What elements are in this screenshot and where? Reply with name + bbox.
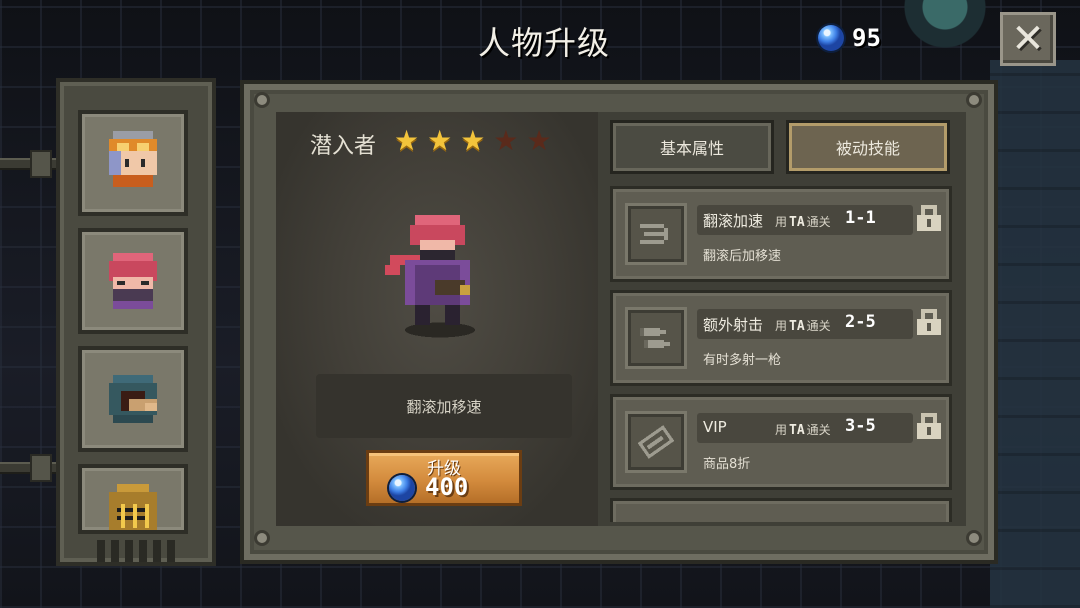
character-name: 潜入者 xyxy=(310,134,377,159)
skill-row[interactable] xyxy=(610,498,952,522)
vent-grille xyxy=(84,540,188,562)
infiltrator-portrait-icon xyxy=(109,253,157,309)
skill-stage: 1-1 xyxy=(845,208,876,228)
star-empty-icon: ★ xyxy=(526,124,552,157)
skill-effect: 翻滚后加移速 xyxy=(703,249,782,264)
vip-ticket-icon xyxy=(625,411,687,473)
tab-basic-attributes[interactable]: 基本属性 xyxy=(610,120,774,174)
skill-header: 翻滚加速 用 TA 通关 1-1 xyxy=(697,205,913,235)
skill-stage: 3-5 xyxy=(845,416,876,436)
wind-dash-icon xyxy=(625,203,687,265)
character-slot-infiltrator[interactable] xyxy=(78,228,188,334)
skill-list[interactable]: 翻滚加速 用 TA 通关 1-1 翻滚后加移速 额外射击 用 TA 通关 2-5 有时多… xyxy=(610,186,952,522)
background-wall xyxy=(990,60,1080,608)
bolt-icon xyxy=(966,530,982,546)
lock-icon xyxy=(917,309,941,335)
selected-skill-description: 翻滚加移速 xyxy=(316,374,572,438)
gem-icon xyxy=(818,25,844,51)
star-filled-icon: ★ xyxy=(460,124,486,157)
skill-row[interactable]: 额外射击 用 TA 通关 2-5 有时多射一枪 xyxy=(610,290,952,386)
req-character: TA xyxy=(789,319,805,334)
skill-effect: 商品8折 xyxy=(703,457,751,472)
tab-passive-skills[interactable]: 被动技能 xyxy=(786,120,950,174)
skill-requirement: 用 TA 通关 xyxy=(775,421,831,438)
bolt-icon xyxy=(966,92,982,108)
gem-counter: 95 xyxy=(818,24,881,52)
character-slot-armored-knight[interactable] xyxy=(78,464,188,534)
req-character: TA xyxy=(789,215,805,230)
star-filled-icon: ★ xyxy=(427,124,453,157)
bullets-icon xyxy=(625,307,687,369)
upgrade-cost: 400 xyxy=(425,473,469,501)
skill-row[interactable]: VIP 用 TA 通关 3-5 商品8折 xyxy=(610,394,952,490)
close-button[interactable]: ✕ xyxy=(1000,12,1056,66)
star-empty-icon: ★ xyxy=(493,124,519,157)
skill-effect: 有时多射一枪 xyxy=(703,353,782,368)
req-prefix: 用 xyxy=(775,423,788,437)
skill-name: VIP xyxy=(703,418,727,436)
star-rating: ★ ★ ★ ★ ★ xyxy=(394,126,552,156)
character-slot-hooded-plague-doctor[interactable] xyxy=(78,346,188,452)
skill-requirement: 用 TA 通关 xyxy=(775,317,831,334)
skill-stage: 2-5 xyxy=(845,312,876,332)
gem-icon xyxy=(389,475,415,501)
gem-count: 95 xyxy=(852,24,881,52)
req-prefix: 用 xyxy=(775,215,788,229)
bolt-icon xyxy=(254,530,270,546)
req-character: TA xyxy=(789,423,805,438)
skill-name: 额外射击 xyxy=(703,316,764,334)
plague-doctor-portrait-icon xyxy=(109,375,157,423)
skill-row[interactable]: 翻滚加速 用 TA 通关 1-1 翻滚后加移速 xyxy=(610,186,952,282)
req-suffix: 通关 xyxy=(806,319,831,333)
req-suffix: 通关 xyxy=(806,423,831,437)
pipe-knob xyxy=(30,150,52,178)
goggles-hero-portrait-icon xyxy=(109,131,157,187)
infiltrator-sprite xyxy=(385,215,475,338)
bolt-icon xyxy=(254,92,270,108)
knight-portrait-icon xyxy=(109,484,157,530)
character-slot-goggles-hero[interactable] xyxy=(78,110,188,216)
upgrade-button[interactable]: 升级 400 xyxy=(366,450,522,506)
star-filled-icon: ★ xyxy=(394,124,420,157)
req-suffix: 通关 xyxy=(806,215,831,229)
skill-header: VIP 用 TA 通关 3-5 xyxy=(697,413,913,443)
skill-requirement: 用 TA 通关 xyxy=(775,213,831,230)
lock-icon xyxy=(917,413,941,439)
pipe-knob xyxy=(30,454,52,482)
skill-header: 额外射击 用 TA 通关 2-5 xyxy=(697,309,913,339)
lock-icon xyxy=(917,205,941,231)
page-title: 人物升级 xyxy=(477,24,610,62)
skill-name: 翻滚加速 xyxy=(703,212,764,230)
req-prefix: 用 xyxy=(775,319,788,333)
